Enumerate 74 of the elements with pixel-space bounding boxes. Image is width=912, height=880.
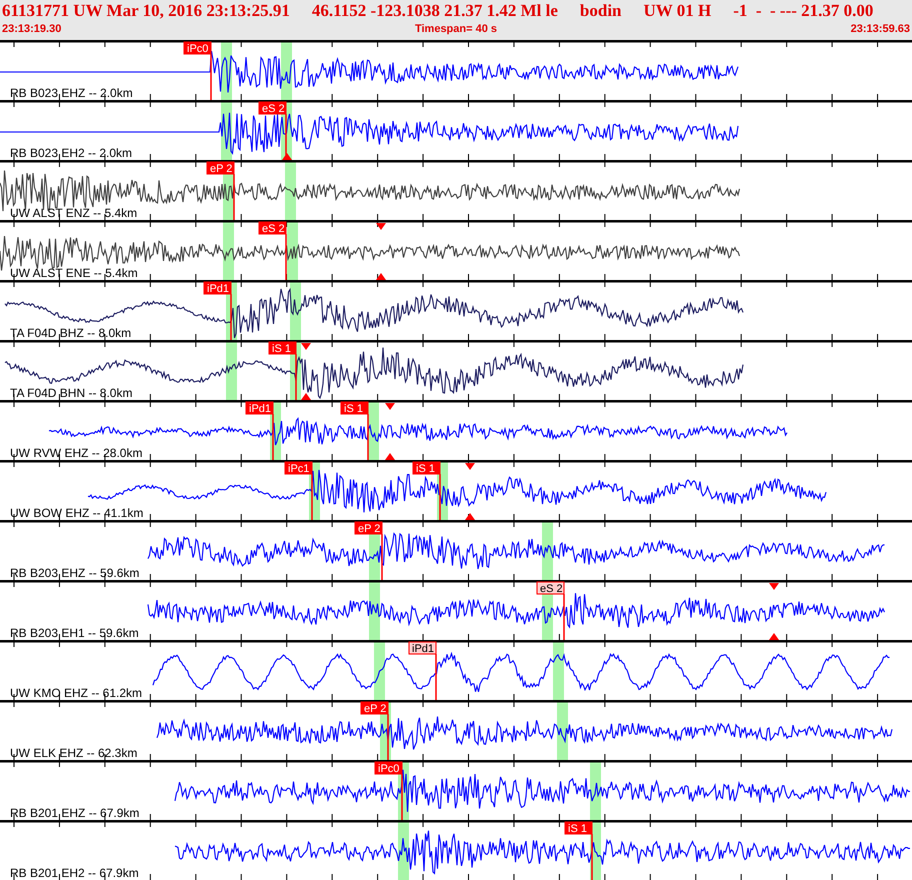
arrival-window (374, 642, 385, 700)
pick-line (435, 654, 437, 700)
trace-label: RB B203 EH1 -- 59.6km (10, 626, 139, 640)
trace-label: RB B023 EHZ -- 2.0km (10, 86, 133, 100)
trace-label: RB B023 EH2 -- 2.0km (10, 146, 132, 160)
trace-label: UW ALST ENZ -- 5.4km (10, 206, 138, 220)
pick-line (439, 474, 441, 520)
pick-label[interactable]: iPc0 (184, 42, 212, 55)
pick-line (311, 474, 313, 520)
trace-label: RB B201 EH2 -- 67.9km (10, 866, 139, 880)
pick-line (233, 174, 235, 220)
triangle-marker-icon (769, 633, 779, 640)
pick-line (563, 594, 565, 640)
pick-label[interactable]: eP 2 (360, 702, 388, 715)
pick-line (401, 774, 403, 820)
pick-line (387, 714, 389, 760)
pick-label[interactable]: iPd1 (408, 642, 436, 655)
pick-line (272, 414, 274, 460)
arrival-window (557, 702, 568, 760)
event-info: 61131771 UW Mar 10, 2016 23:13:25.91 (2, 0, 290, 22)
event-info: 46.1152 -123.1038 21.37 1.42 Ml le (312, 0, 558, 22)
pick-label[interactable]: eP 2 (206, 162, 234, 175)
arrival-window (285, 162, 296, 220)
triangle-marker-icon (385, 453, 395, 460)
pick-line (285, 234, 287, 280)
pick-line (381, 534, 383, 580)
trace-label: TA F04D BHZ -- 8.0km (10, 326, 132, 340)
pick-line (230, 294, 232, 340)
timespan-label: Timespan= 40 s (414, 22, 498, 36)
pick-label[interactable]: iS 1 (412, 462, 440, 475)
triangle-marker-icon (385, 403, 395, 410)
triangle-marker-icon (282, 153, 292, 160)
event-info: bodin (580, 0, 622, 22)
event-info: -1 - - --- 21.37 0.00 (733, 0, 874, 22)
pick-label[interactable]: eS 2 (258, 222, 286, 235)
arrival-window (281, 42, 292, 100)
pick-label[interactable]: iPc1 (284, 462, 312, 475)
trace-label: RB B203 EHZ -- 59.6km (10, 566, 140, 580)
pick-label[interactable]: iPd1 (204, 282, 232, 295)
trace-label: UW BOW EHZ -- 41.1km (10, 506, 144, 520)
triangle-marker-icon (376, 273, 386, 280)
triangle-marker-icon (465, 513, 475, 520)
pick-label[interactable]: iS 1 (564, 822, 592, 835)
trace-label: UW ELK EHZ -- 62.3km (10, 746, 138, 760)
arrival-window (226, 342, 237, 400)
trace-label: UW ALST ENE -- 5.4km (10, 266, 138, 280)
arrival-window (553, 642, 564, 700)
pick-line (591, 834, 593, 880)
event-info: UW 01 H (644, 0, 712, 22)
triangle-marker-icon (465, 463, 475, 470)
triangle-marker-icon (301, 393, 311, 400)
trace-label: TA F04D BHN -- 8.0km (10, 386, 132, 400)
pick-line (210, 54, 212, 100)
arrival-window (542, 522, 553, 580)
pick-line (367, 414, 369, 460)
end-time: 23:13:59.63 (850, 22, 910, 36)
trace-label: UW RVW EHZ -- 28.0km (10, 446, 142, 460)
triangle-marker-icon (769, 583, 779, 590)
trace-label: RB B201 EHZ -- 67.9km (10, 806, 140, 820)
pick-label[interactable]: eS 2 (258, 102, 286, 115)
triangle-marker-icon (376, 223, 386, 230)
pick-label[interactable]: eP 2 (354, 522, 382, 535)
arrival-window (223, 222, 234, 280)
pick-label[interactable]: eS 2 (536, 582, 564, 595)
trace-label: UW KMO EHZ -- 61.2km (10, 686, 142, 700)
start-time: 23:13:19.30 (2, 22, 62, 36)
pick-label[interactable]: iPd1 (246, 402, 274, 415)
arrival-window (369, 582, 380, 640)
pick-label[interactable]: iPc0 (374, 762, 402, 775)
arrival-window (590, 762, 601, 820)
triangle-marker-icon (301, 343, 311, 350)
pick-label[interactable]: iS 1 (340, 402, 368, 415)
pick-label[interactable]: iS 1 (268, 342, 296, 355)
pick-line (295, 354, 297, 400)
